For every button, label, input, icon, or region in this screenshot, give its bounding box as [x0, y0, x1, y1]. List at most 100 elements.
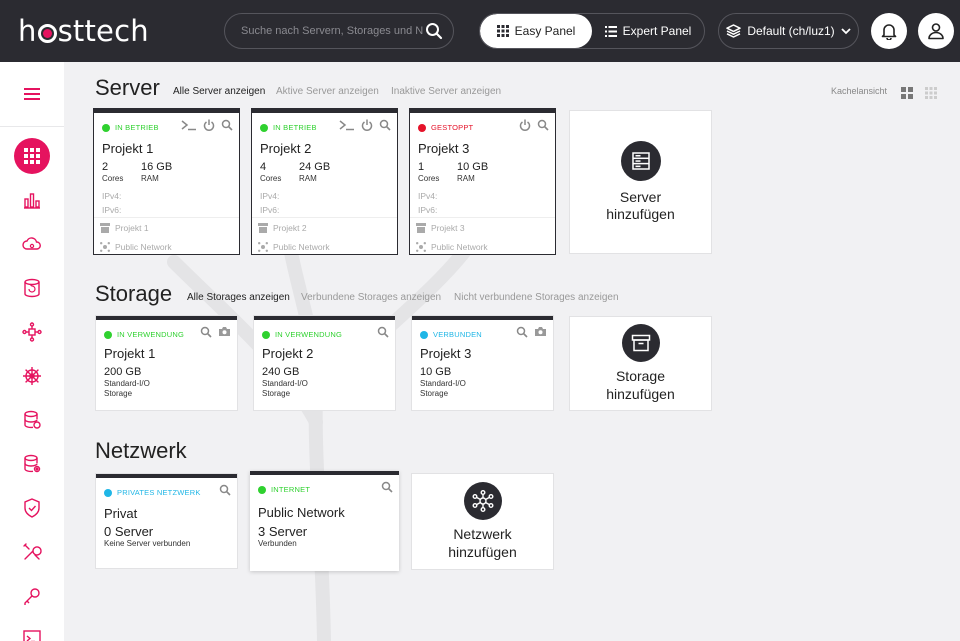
add-server-button[interactable]: Server hinzufügen: [570, 111, 711, 253]
notifications-button[interactable]: [871, 13, 907, 49]
add-network-label-line1: Netzwerk: [453, 526, 512, 542]
server-ipv4: IPv4:: [102, 191, 122, 201]
status-badge: VERBUNDEN: [420, 330, 482, 339]
sidebar-item-cloud[interactable]: [14, 226, 50, 262]
shield-icon: [24, 498, 40, 518]
server-cores: 2 Cores: [102, 161, 124, 183]
database-gear-icon: [24, 454, 41, 473]
network-icon: [416, 242, 426, 252]
card-divider: [252, 217, 397, 218]
sidebar-item-security[interactable]: [14, 490, 50, 526]
network-name: Privat: [104, 506, 138, 521]
storage-card[interactable]: IN VERWENDUNG Projekt 2 240 GB Standard-…: [254, 316, 395, 410]
card-divider: [94, 217, 239, 218]
menu-toggle-button[interactable]: [14, 76, 50, 112]
search-input[interactable]: [241, 22, 423, 40]
network-card[interactable]: PRIVATES NETZWERK Privat 0 Server Keine …: [96, 474, 237, 568]
attached-network[interactable]: Public Network: [416, 242, 488, 252]
server-ram: 16 GB RAM: [141, 161, 173, 183]
network-connection-status: Keine Server verbunden: [104, 539, 191, 548]
server-cores: 1 Cores: [418, 161, 440, 183]
network-icon: [100, 242, 110, 252]
context-selector[interactable]: Default (ch/luz1): [718, 13, 859, 49]
tools-icon: [23, 543, 42, 560]
storage-card[interactable]: IN VERWENDUNG Projekt 1 200 GB Standard-…: [96, 316, 237, 410]
filter-unconnected-storages[interactable]: Nicht verbundene Storages anzeigen: [454, 292, 619, 303]
status-label: IN VERWENDUNG: [117, 330, 185, 339]
search-icon[interactable]: [377, 326, 389, 338]
search-icon[interactable]: [425, 22, 443, 45]
sidebar-item-databases[interactable]: [14, 402, 50, 438]
account-button[interactable]: [918, 13, 954, 49]
add-network-button[interactable]: Netzwerk hinzufügen: [412, 474, 553, 569]
filter-all-servers[interactable]: Alle Server anzeigen: [173, 86, 265, 97]
server-card[interactable]: IN BETRIEB Projekt 2 4 Cores 24 GB RAM IPv…: [252, 109, 397, 254]
expert-panel-label: Expert Panel: [622, 24, 692, 38]
filter-active-servers[interactable]: Aktive Server anzeigen: [276, 86, 379, 97]
compact-view-icon[interactable]: [925, 86, 937, 104]
server-card[interactable]: IN BETRIEB Projekt 1 2 Cores 16 GB RAM IPv…: [94, 109, 239, 254]
card-divider: [410, 217, 555, 218]
attached-storage[interactable]: Projekt 1: [100, 223, 149, 233]
chevron-down-icon: [841, 27, 851, 34]
network-card[interactable]: INTERNET Public Network 3 Server Verbund…: [250, 471, 399, 571]
expert-panel-tab[interactable]: Expert Panel: [592, 14, 704, 48]
sidebar-item-networks[interactable]: [14, 314, 50, 350]
storage-card[interactable]: VERBUNDEN Projekt 3 10 GB Standard-I/O St…: [412, 316, 553, 410]
status-dot: [104, 330, 112, 339]
search-box[interactable]: [224, 13, 454, 49]
power-icon[interactable]: [203, 119, 215, 131]
camera-icon[interactable]: [534, 326, 547, 337]
server-card[interactable]: GESTOPPT Projekt 3 1 Cores 10 GB RAM IPv4:…: [410, 109, 555, 254]
status-label: IN BETRIEB: [273, 123, 317, 132]
search-icon[interactable]: [381, 481, 393, 493]
storage-type: Standard-I/O Storage: [420, 379, 466, 398]
status-dot: [418, 123, 426, 132]
filter-connected-storages[interactable]: Verbundene Storages anzeigen: [301, 292, 441, 303]
attached-network[interactable]: Public Network: [100, 242, 172, 252]
power-icon[interactable]: [361, 119, 373, 131]
sidebar-item-keys[interactable]: [14, 578, 50, 614]
search-icon[interactable]: [200, 326, 212, 338]
hosttech-logo[interactable]: h sttech: [18, 14, 149, 48]
easy-panel-tab[interactable]: Easy Panel: [480, 14, 592, 48]
network-connection-status: Verbunden: [258, 539, 297, 548]
card-actions: [519, 119, 549, 131]
network-name: Public Network: [258, 505, 345, 520]
hamburger-icon: [24, 88, 40, 100]
sidebar-item-statistics[interactable]: [14, 182, 50, 218]
search-icon[interactable]: [537, 119, 549, 131]
filter-all-storages[interactable]: Alle Storages anzeigen: [187, 292, 290, 303]
storage-type: Standard-I/O Storage: [104, 379, 150, 398]
context-label: Default (ch/luz1): [747, 24, 835, 38]
power-icon[interactable]: [519, 119, 531, 131]
sidebar-item-dashboard[interactable]: [14, 138, 50, 174]
search-icon[interactable]: [516, 326, 528, 338]
attached-network[interactable]: Public Network: [258, 242, 330, 252]
search-icon[interactable]: [379, 119, 391, 131]
search-icon[interactable]: [221, 119, 233, 131]
tile-view-icon[interactable]: [901, 86, 913, 104]
console-icon[interactable]: [181, 119, 197, 131]
sidebar-item-storage-settings[interactable]: [14, 446, 50, 482]
sidebar-item-backups[interactable]: [14, 270, 50, 306]
search-icon[interactable]: [219, 484, 231, 496]
card-actions: [377, 326, 389, 338]
sidebar-item-tools[interactable]: [14, 534, 50, 570]
add-storage-button[interactable]: Storage hinzufügen: [570, 317, 711, 410]
attached-storage[interactable]: Projekt 3: [416, 223, 465, 233]
status-badge: IN VERWENDUNG: [104, 330, 184, 339]
storage-box-icon: [258, 223, 268, 233]
network-hub-icon: [22, 322, 42, 342]
attached-storage[interactable]: Projekt 2: [258, 223, 307, 233]
list-icon: [604, 25, 617, 37]
camera-icon[interactable]: [218, 326, 231, 337]
card-actions: [516, 326, 547, 338]
sidebar-item-console[interactable]: [14, 620, 50, 641]
card-actions: [219, 484, 231, 496]
sidebar-item-kubernetes[interactable]: [14, 358, 50, 394]
add-storage-label-line1: Storage: [615, 368, 666, 384]
server-cores: 4 Cores: [260, 161, 282, 183]
console-icon[interactable]: [339, 119, 355, 131]
filter-inactive-servers[interactable]: Inaktive Server anzeigen: [391, 86, 501, 97]
